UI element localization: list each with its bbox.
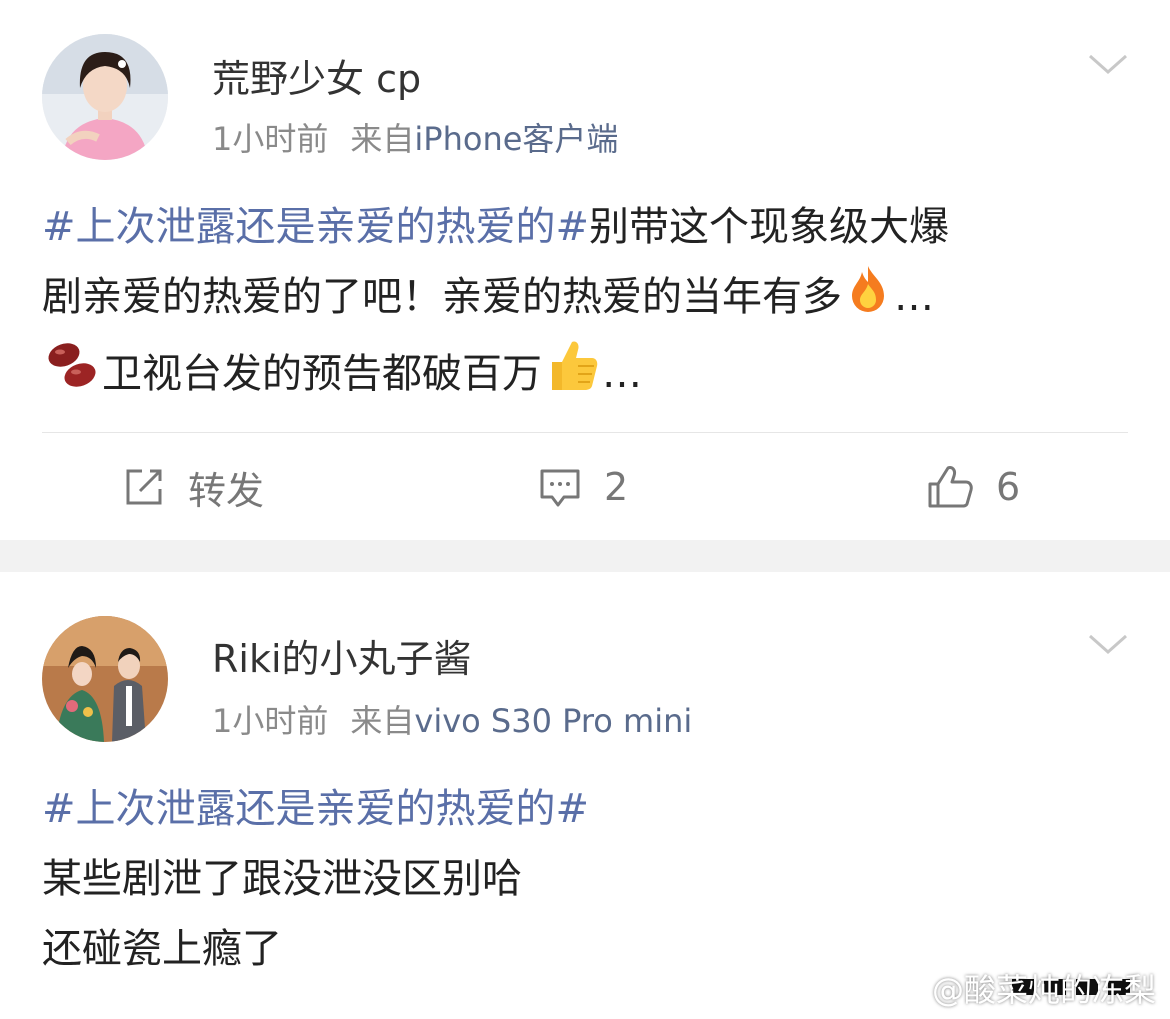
ellipsis: …: [602, 351, 642, 397]
post-text: 卫视台发的预告都破百万: [102, 351, 542, 397]
post-line-2: 某些剧泄了跟没泄没区别哈: [42, 856, 522, 902]
repost-label: 转发: [188, 468, 265, 513]
post-meta: 1小时前 来自vivo S30 Pro mini: [212, 696, 692, 742]
post-time: 1小时前: [212, 120, 329, 158]
username[interactable]: Riki的小丸子酱: [212, 628, 472, 683]
post-separator: [0, 540, 1170, 572]
post-source[interactable]: iPhone客户端: [414, 120, 618, 158]
topic-link[interactable]: #上次泄露还是亲爱的热爱的#: [42, 204, 589, 250]
like-button[interactable]: 6: [926, 452, 1020, 522]
post-line-1: #上次泄露还是亲爱的热爱的#别带这个现象级大爆: [42, 192, 1122, 262]
comment-icon: [540, 469, 580, 507]
weibo-post-1: 荒野少女 cp 1小时前 来自iPhone客户端 #上次泄露还是亲爱的热爱的#别带…: [0, 0, 1170, 540]
repost-button[interactable]: 转发: [122, 452, 264, 522]
post-time: 1小时前: [212, 702, 329, 740]
divider: [42, 432, 1128, 433]
like-icon: [928, 466, 973, 508]
chevron-down-icon[interactable]: [1086, 50, 1130, 78]
ellipsis: …: [894, 274, 934, 320]
username[interactable]: 荒野少女 cp: [212, 48, 421, 103]
avatar[interactable]: [42, 34, 168, 160]
post-line-1: #上次泄露还是亲爱的热爱的#: [42, 774, 1122, 844]
avatar[interactable]: [42, 616, 168, 742]
watermark: @酸菜炖的冻梨: [931, 971, 1156, 1009]
beans-icon: [42, 337, 102, 415]
comment-button[interactable]: 2: [538, 452, 628, 522]
chevron-down-icon[interactable]: [1086, 630, 1130, 658]
post-body: #上次泄露还是亲爱的热爱的#别带这个现象级大爆 剧亲爱的热爱的了吧！亲爱的热爱的…: [42, 192, 1122, 416]
post-body: #上次泄露还是亲爱的热爱的# 某些剧泄了跟没泄没区别哈 还碰瓷上瘾了: [42, 774, 1122, 984]
post-text: 剧亲爱的热爱的了吧！亲爱的热爱的当年有多: [42, 274, 842, 320]
repost-icon: [126, 469, 162, 505]
topic-link[interactable]: #上次泄露还是亲爱的热爱的#: [42, 786, 589, 832]
post-line-2: 剧亲爱的热爱的了吧！亲爱的热爱的当年有多 …: [42, 262, 1122, 336]
weibo-post-2: Riki的小丸子酱 1小时前 来自vivo S30 Pro mini #上次泄露还…: [0, 572, 1170, 1019]
post-meta: 1小时前 来自iPhone客户端: [212, 114, 618, 160]
post-text: 别带这个现象级大爆: [589, 204, 950, 250]
like-count: 6: [996, 465, 1021, 509]
fire-icon: [842, 262, 894, 336]
source-prefix: 来自: [350, 702, 415, 740]
source-prefix: 来自: [350, 120, 415, 158]
thumbs-up-icon: [542, 336, 602, 416]
post-source[interactable]: vivo S30 Pro mini: [414, 702, 692, 740]
comment-count: 2: [604, 465, 629, 509]
post-line-3: 卫视台发的预告都破百万 …: [42, 336, 1122, 416]
